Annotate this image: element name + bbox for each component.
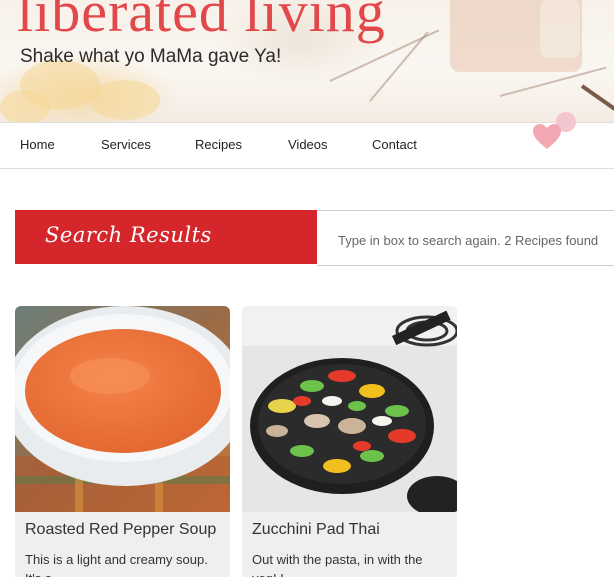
nav-videos[interactable]: Videos: [288, 137, 328, 152]
nav-services[interactable]: Services: [101, 137, 151, 152]
nav-recipes[interactable]: Recipes: [195, 137, 242, 152]
heart-icon: [533, 124, 561, 149]
recipe-card[interactable]: Zucchini Pad Thai Out with the pasta, in…: [242, 306, 457, 577]
site-header: liberated living Shake what yo MaMa gave…: [0, 0, 614, 122]
main-nav: Home Services Recipes Videos Contact: [0, 122, 614, 169]
stir-fry-pan-image[interactable]: [242, 306, 457, 512]
soup-bowl-image[interactable]: [15, 306, 230, 512]
search-results-text: Type in box to search again. 2 Recipes f…: [338, 233, 599, 248]
nav-contact[interactable]: Contact: [372, 137, 417, 152]
recipe-description: Out with the pasta, in with the veg! I: [252, 552, 423, 577]
recipe-description: This is a light and creamy soup. It's a: [25, 552, 208, 577]
nav-home[interactable]: Home: [20, 137, 55, 152]
search-results-heading: Search Results: [15, 210, 317, 264]
recipe-title[interactable]: Roasted Red Pepper Soup: [25, 521, 216, 539]
site-tagline: Shake what yo MaMa gave Ya!: [20, 46, 282, 67]
blossom-decoration: [90, 80, 160, 120]
twig-decoration: [580, 84, 614, 111]
search-results-info: Type in box to search again. 2 Recipes f…: [317, 210, 614, 266]
recipe-card[interactable]: Roasted Red Pepper Soup This is a light …: [15, 306, 230, 577]
search-results-title: Search Results: [45, 223, 212, 247]
header-decoration: [540, 0, 580, 58]
recipe-title[interactable]: Zucchini Pad Thai: [252, 521, 380, 539]
site-title[interactable]: liberated living: [17, 0, 386, 45]
blossom-decoration: [0, 90, 50, 122]
